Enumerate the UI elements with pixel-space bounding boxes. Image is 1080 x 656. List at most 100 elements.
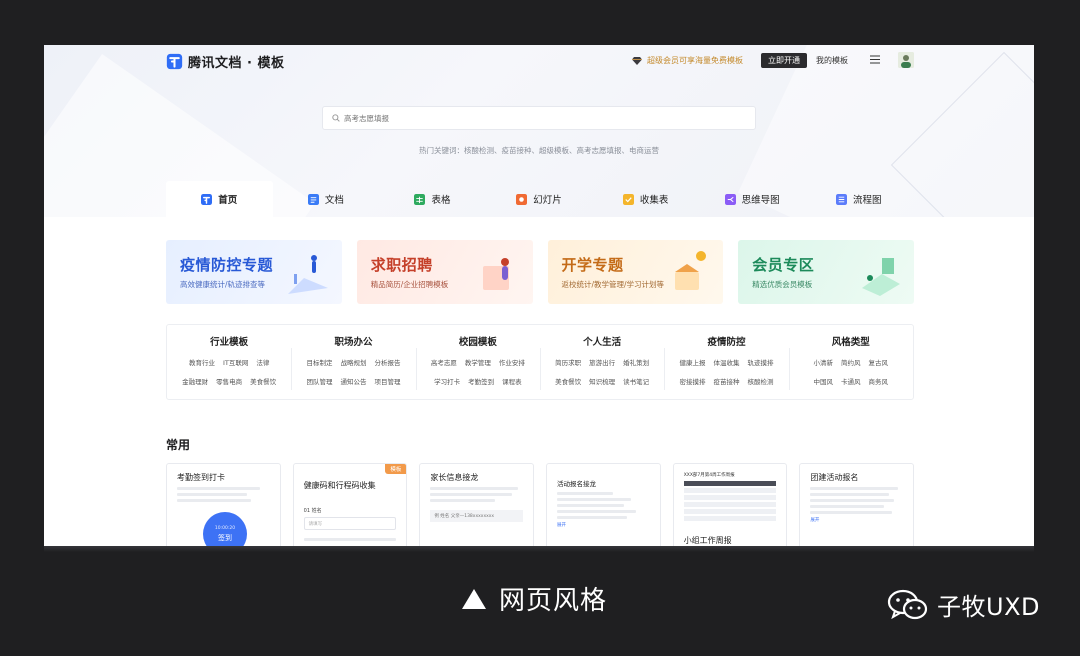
tab-flowchart[interactable]: 流程图 [805,181,912,217]
category-link[interactable]: 法律 [256,357,269,367]
expand-link: 展开 [810,518,820,523]
category-title[interactable]: 行业模板 [167,334,291,348]
template-card[interactable]: 家长信息接龙 例 姓名 父亲—138xxxxxxxx [419,463,535,546]
text-line [557,498,632,501]
category-link[interactable]: 读书笔记 [623,376,649,386]
category-link[interactable]: 小清新 [814,357,834,367]
category-title[interactable]: 疫情防控 [664,334,788,348]
menu-icon[interactable] [870,55,880,64]
category-link[interactable]: 金融理财 [182,376,208,386]
category-link[interactable]: 团队管理 [306,376,332,386]
category-style: 风格类型 小清新 简约风 复古风 中国风 卡通风 商务风 [788,334,913,399]
category-epidemic: 疫情防控 健康上报 体温收集 轨迹摸排 密接摸排 疫苗接种 核酸检测 [664,334,788,399]
template-card[interactable]: XXX部7月第4周工作周报 小组工作周报 [672,463,788,546]
category-title[interactable]: 职场办公 [291,334,415,348]
category-link[interactable]: 体温收集 [713,357,739,367]
text-line [557,510,636,513]
sheet-icon [414,193,426,205]
epidemic-illustration-icon [287,255,328,294]
category-link[interactable]: 课程表 [502,376,522,386]
field-input: 请填写 [303,517,397,530]
category-link[interactable]: 密接摸排 [679,376,705,386]
mindmap-icon [724,193,736,205]
table-row [683,495,777,500]
caption: 网页风格 [461,580,607,617]
card-title: 家长信息接龙 [430,473,479,482]
caption-text: 网页风格 [499,586,608,616]
category-link[interactable]: 项目管理 [374,376,400,386]
category-link[interactable]: 分析报告 [374,357,400,367]
category-link[interactable]: 教育行业 [189,357,215,367]
category-link[interactable]: 健康上报 [679,357,705,367]
category-link[interactable]: 学习打卡 [434,376,460,386]
banner-school[interactable]: 开学专题 返校统计/教学管理/学习计划等 [547,240,724,304]
tab-doc[interactable]: 文档 [273,181,380,217]
banner-recruitment[interactable]: 求职招聘 精品简历/企业招聘模板 [356,240,533,304]
member-promo[interactable]: 超级会员可享海量免费模板 [632,55,743,66]
category-link[interactable]: 美食餐饮 [250,376,276,386]
card-title: 团建活动报名 [810,473,859,482]
text-line [177,493,247,496]
category-link[interactable]: 通知公告 [340,376,366,386]
category-link[interactable]: 卡通风 [841,376,861,386]
category-link[interactable]: 教学管理 [465,357,491,367]
search-box[interactable] [322,106,756,130]
text-line [177,499,252,502]
category-link[interactable]: 复古风 [869,357,889,367]
tab-label: 表格 [431,195,451,206]
table-row [683,509,777,514]
diamond-icon [632,57,642,65]
category-title[interactable]: 个人生活 [540,334,664,348]
card-title: 考勤签到打卡 [177,473,225,482]
my-templates-link[interactable]: 我的模板 [816,55,848,66]
category-link[interactable]: 婚礼策划 [623,357,649,367]
category-link[interactable]: 零售电商 [216,376,242,386]
logo-text: 腾讯文档 · 模板 [188,56,285,71]
school-illustration-icon [675,251,707,290]
category-link[interactable]: 简历求职 [555,357,581,367]
hero-section: 腾讯文档 · 模板 超级会员可享海量免费模板 立即开通 我的模板 高考志愿填报 … [44,45,1034,217]
category-link[interactable]: 知识梳理 [589,376,615,386]
form-icon [622,193,634,205]
category-link[interactable]: 考勤签到 [468,376,494,386]
hot-keywords: 热门关键词：核酸检测、疫苗接种、超级模板、高考志愿填报、电商运营 [419,146,659,155]
category-link[interactable]: 核酸检测 [747,376,773,386]
category-link[interactable]: 中国风 [814,376,834,386]
tab-sheet[interactable]: 表格 [379,181,486,217]
category-title[interactable]: 风格类型 [789,334,913,348]
search-input[interactable] [344,113,724,123]
template-card[interactable]: 考勤签到打卡 10:00:20 签到 [166,463,281,546]
search-icon [332,114,340,122]
template-card[interactable]: 团建活动报名 展开 [799,463,915,546]
promo-text: 超级会员可享海量免费模板 [647,56,743,65]
tab-mindmap[interactable]: 思维导图 [699,181,806,217]
category-link[interactable]: 高考志愿 [431,357,457,367]
template-card[interactable]: 活动报名接龙 展开 [546,463,661,546]
open-membership-button[interactable]: 立即开通 [761,53,807,68]
category-link[interactable]: 简约风 [841,357,861,367]
category-link[interactable]: 轨迹摸排 [747,357,773,367]
category-link[interactable]: 目标制定 [306,357,332,367]
tab-form[interactable]: 收集表 [592,181,699,217]
template-card[interactable]: 模板 健康码和行程码收集 01 姓名 请填写 [292,463,408,546]
category-link[interactable]: 作业安排 [499,357,525,367]
text-line [810,505,885,508]
category-title[interactable]: 校园模板 [416,334,540,348]
logo[interactable]: 腾讯文档 · 模板 [166,52,285,71]
avatar[interactable] [898,52,914,68]
banner-epidemic[interactable]: 疫情防控专题 高效健康统计/轨迹排查等 [166,240,342,304]
banner-membership[interactable]: 会员专区 精选优质会员模板 [738,240,914,304]
category-link[interactable]: 战略规划 [340,357,366,367]
tab-label: 幻灯片 [533,195,562,206]
tab-slides[interactable]: 幻灯片 [486,181,593,217]
category-link[interactable]: 旅游出行 [589,357,615,367]
category-link[interactable]: 疫苗接种 [713,376,739,386]
category-link[interactable]: 商务风 [869,376,889,386]
flowchart-icon [836,193,847,205]
browser-frame: 腾讯文档 · 模板 超级会员可享海量免费模板 立即开通 我的模板 高考志愿填报 … [44,45,1034,546]
doc-icon [307,193,319,205]
tab-home[interactable]: 首页 [166,181,273,217]
category-link[interactable]: IT互联网 [223,357,248,367]
category-link[interactable]: 美食餐饮 [555,376,581,386]
tab-label: 思维导图 [741,195,780,206]
